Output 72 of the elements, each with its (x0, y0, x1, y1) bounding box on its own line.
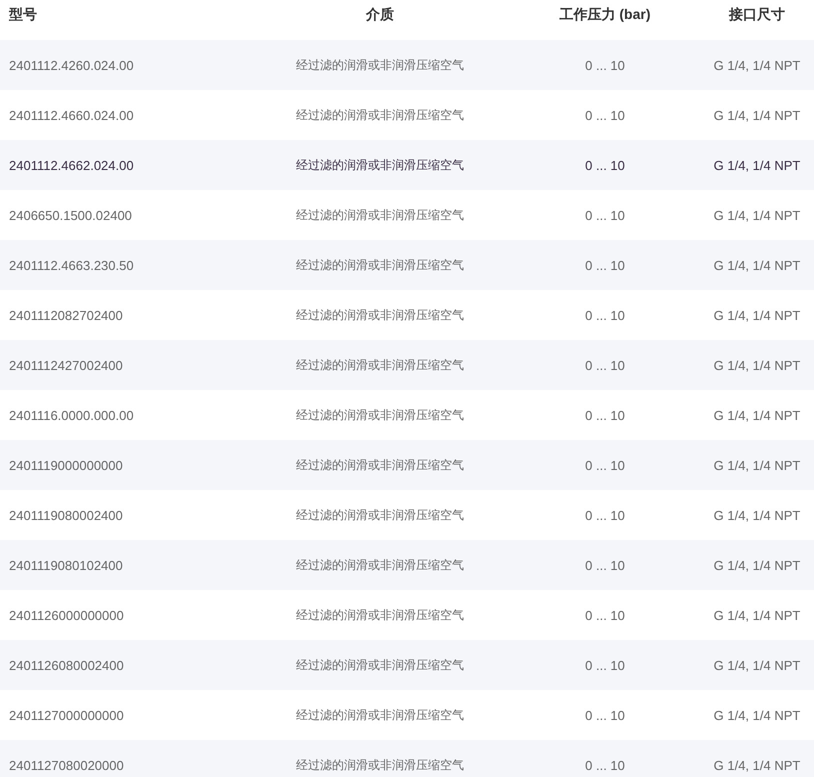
table-row[interactable]: 2401119080102400 经过滤的润滑或非润滑压缩空气 0 ... 10 G 1/4, 1/4 NPT (0, 540, 814, 590)
table-cell: 经过滤的润滑或非润滑压缩空气 (296, 256, 464, 274)
table-row[interactable]: 2401119000000000 经过滤的润滑或非润滑压缩空气 0 ... 10 G 1/4, 1/4 NPT (0, 440, 814, 490)
table-cell-text: 2401119080102400 (8, 558, 123, 572)
table-cell: G 1/4, 1/4 NPT (714, 608, 800, 622)
table-cell-text: 2401112.4662.024.00 (8, 158, 134, 172)
table-cell: 0 ... 10 (585, 608, 625, 622)
table-cell: 经过滤的润滑或非润滑压缩空气 (296, 706, 464, 724)
table-cell-text: 2401112.4660.024.00 (8, 108, 134, 122)
table-cell: G 1/4, 1/4 NPT (714, 358, 800, 372)
table-cell: 经过滤的润滑或非润滑压缩空气 (296, 356, 464, 374)
table-cell: G 1/4, 1/4 NPT (714, 58, 800, 72)
table-cell: G 1/4, 1/4 NPT (714, 108, 800, 122)
table-cell: G 1/4, 1/4 NPT (714, 258, 800, 272)
table-cell: 经过滤的润滑或非润滑压缩空气 (296, 556, 464, 574)
table-cell: 0 ... 10 (585, 358, 625, 372)
table-cell: G 1/4, 1/4 NPT (714, 508, 800, 522)
table-row[interactable]: 2401112.4663.230.50 经过滤的润滑或非润滑压缩空气 0 ... 10 G 1/4, 1/4 NPT (0, 240, 814, 290)
table-cell: 经过滤的润滑或非润滑压缩空气 (296, 656, 464, 674)
table-cell: 0 ... 10 (585, 58, 625, 72)
table-cell-text: 2401116.0000.000.00 (8, 408, 134, 422)
table-cell-text: 2401112427002400 (8, 358, 123, 372)
table-cell: 0 ... 10 (585, 708, 625, 722)
table-cell-text: 2401112.4663.230.50 (8, 258, 134, 272)
table-cell: G 1/4, 1/4 NPT (714, 158, 800, 172)
table-cell: 0 ... 10 (585, 508, 625, 522)
table-cell-text: 2401126080002400 (8, 658, 124, 672)
table-row[interactable]: 2401126080002400 经过滤的润滑或非润滑压缩空气 0 ... 10 G 1/4, 1/4 NPT (0, 640, 814, 690)
table-row[interactable]: 2401112427002400 经过滤的润滑或非润滑压缩空气 0 ... 10 G 1/4, 1/4 NPT (0, 340, 814, 390)
table-cell: 经过滤的润滑或非润滑压缩空气 (296, 306, 464, 324)
table-cell: 经过滤的润滑或非润滑压缩空气 (296, 606, 464, 624)
table-cell: 0 ... 10 (585, 158, 625, 172)
table-cell-text: 2401127000000000 (8, 708, 124, 722)
table-cell: 经过滤的润滑或非润滑压缩空气 (296, 756, 464, 774)
table-cell: G 1/4, 1/4 NPT (714, 758, 800, 772)
table-cell-text: 2401119080002400 (8, 508, 123, 522)
column-header: 介质 (366, 6, 394, 24)
table-cell-text: 2401127080020000 (8, 758, 124, 772)
table-cell: 经过滤的润滑或非润滑压缩空气 (296, 456, 464, 474)
table-row[interactable]: 2401112.4662.024.00 经过滤的润滑或非润滑压缩空气 0 ... 10 G 1/4, 1/4 NPT (0, 140, 814, 190)
table-cell: 0 ... 10 (585, 258, 625, 272)
table-cell: G 1/4, 1/4 NPT (714, 458, 800, 472)
table-cell-text: 2401112.4260.024.00 (8, 58, 134, 72)
table-cell: 经过滤的润滑或非润滑压缩空气 (296, 406, 464, 424)
table-cell: G 1/4, 1/4 NPT (714, 658, 800, 672)
table-cell: 0 ... 10 (585, 758, 625, 772)
table-cell-text: 2401119000000000 (8, 458, 123, 472)
table-cell: 0 ... 10 (585, 308, 625, 322)
table-cell: 经过滤的润滑或非润滑压缩空气 (296, 56, 464, 74)
table-cell: 0 ... 10 (585, 458, 625, 472)
table-cell: G 1/4, 1/4 NPT (714, 308, 800, 322)
table-cell: 经过滤的润滑或非润滑压缩空气 (296, 106, 464, 124)
table-cell: 经过滤的润滑或非润滑压缩空气 (296, 506, 464, 524)
column-header: 工作压力 (bar) (560, 6, 650, 24)
column-header: 型号 (8, 6, 37, 24)
table-cell: G 1/4, 1/4 NPT (714, 408, 800, 422)
table-cell-text: 2401112082702400 (8, 308, 123, 322)
table-cell: G 1/4, 1/4 NPT (714, 208, 800, 222)
table-cell: 0 ... 10 (585, 108, 625, 122)
table-row[interactable]: 2401112.4260.024.00 经过滤的润滑或非润滑压缩空气 0 ... 10 G 1/4, 1/4 NPT (0, 40, 814, 90)
table-cell: 0 ... 10 (585, 408, 625, 422)
table-row[interactable]: 2401127080020000 经过滤的润滑或非润滑压缩空气 0 ... 10 G 1/4, 1/4 NPT (0, 740, 814, 777)
table-cell: 0 ... 10 (585, 208, 625, 222)
column-header: 接口尺寸 (729, 6, 785, 24)
table-cell-text: 2406650.1500.02400 (8, 208, 132, 222)
table-cell: 0 ... 10 (585, 658, 625, 672)
table-cell: 经过滤的润滑或非润滑压缩空气 (296, 206, 464, 224)
table-cell: G 1/4, 1/4 NPT (714, 558, 800, 572)
table-cell: G 1/4, 1/4 NPT (714, 708, 800, 722)
table-cell: 0 ... 10 (585, 558, 625, 572)
table-cell-text: 2401126000000000 (8, 608, 124, 622)
table-cell: 经过滤的润滑或非润滑压缩空气 (296, 156, 464, 174)
